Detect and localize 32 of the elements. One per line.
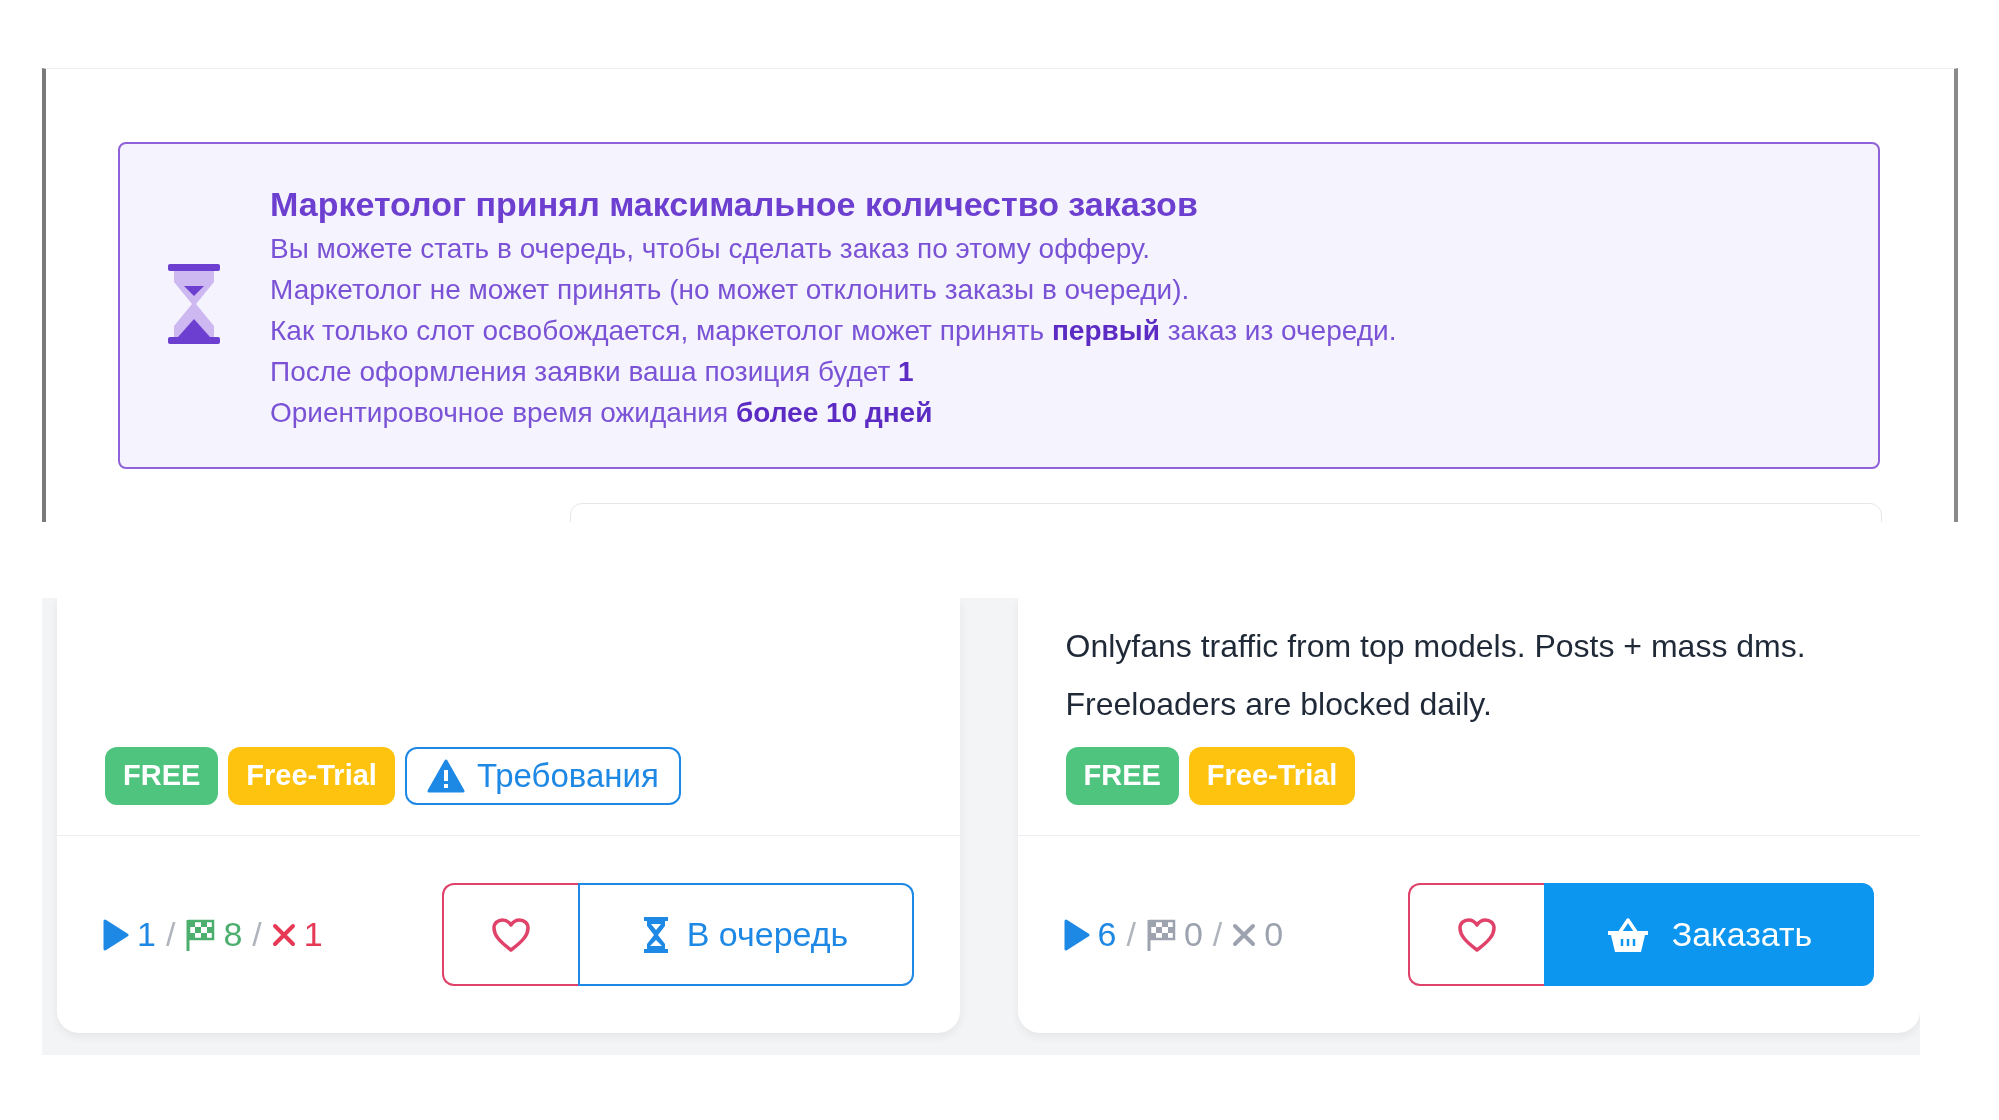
separator-text: /	[252, 914, 262, 955]
separator-text: /	[1212, 914, 1223, 955]
notice-text: Маркетолог не может принять (но может отклонить заказы в очереди).	[270, 273, 1191, 307]
trial-tag: Free-Trial	[228, 747, 395, 805]
queue-button[interactable]: В очередь	[577, 883, 914, 986]
count-text: 1	[137, 914, 156, 955]
count-text: 1	[303, 914, 323, 955]
count-text: 0	[1264, 914, 1284, 955]
notice-text: Вы можете стать в очередь, чтобы сделать заказ по этому офферу.	[270, 232, 1152, 266]
separator-text: /	[165, 914, 176, 955]
order-button[interactable]: Заказать	[1544, 883, 1874, 986]
heart-icon	[490, 916, 531, 953]
notice-text: Ориентировочное время ожидания более 10 дней	[270, 396, 934, 430]
notice-title: Маркетолог принял максимальное количество заказов	[270, 184, 1199, 225]
count-text: 8	[223, 914, 243, 955]
free-tag: FREE	[1065, 747, 1179, 805]
notice-text: После оформления заявки ваша позиция будет 1	[270, 355, 915, 389]
free-tag: FREE	[105, 747, 219, 805]
requirements-link[interactable]: Требования	[404, 747, 681, 805]
hourglass-icon	[642, 916, 669, 953]
offer-description: Onlyfans traffic from top models. Posts + mass dms. Freeloaders are blocked daily.	[1065, 627, 1807, 724]
count-text: 0	[1183, 914, 1203, 955]
basket-icon	[1605, 915, 1650, 954]
notice-text: Как только слот освобождается, маркетолог может принять первый заказ из очереди.	[270, 314, 1397, 348]
heart-icon	[1457, 916, 1497, 953]
favorite-button[interactable]	[1408, 883, 1544, 986]
trial-tag: Free-Trial	[1188, 747, 1356, 805]
separator-text: /	[1126, 914, 1136, 955]
favorite-button[interactable]	[441, 883, 578, 986]
warning-icon	[426, 759, 465, 793]
hourglass-icon	[166, 264, 222, 344]
count-text: 6	[1097, 914, 1117, 955]
